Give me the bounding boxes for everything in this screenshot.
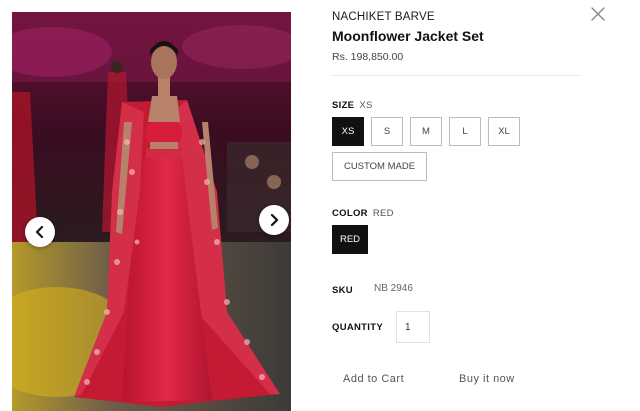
gallery-prev-button[interactable] [25,217,55,247]
brand-name: NACHIKET BARVE [332,11,435,23]
chevron-right-icon [270,214,279,226]
size-selected-value: XS [359,100,373,111]
product-price: Rs. 198,850.00 [332,51,404,63]
size-label: SIZE [332,100,355,111]
color-label: COLOR [332,208,368,219]
size-option-xs[interactable]: XS [332,117,364,146]
chevron-left-icon [35,226,44,238]
sku-label: SKU [332,285,353,296]
divider [332,75,580,76]
color-option-red[interactable]: RED [332,225,368,254]
product-details: NACHIKET BARVE Moonflower Jacket Set Rs.… [332,0,632,411]
size-option-m[interactable]: M [410,117,442,146]
size-option-l[interactable]: L [449,117,481,146]
product-image-gallery [12,12,291,411]
size-option-s[interactable]: S [371,117,403,146]
size-heading: SIZE XS [332,95,373,113]
sku-value: NB 2946 [374,283,413,294]
quantity-label: QUANTITY [332,322,383,333]
product-title: Moonflower Jacket Set [332,28,484,44]
quantity-input[interactable] [396,311,430,343]
size-option-xl[interactable]: XL [488,117,520,146]
gallery-next-button[interactable] [259,205,289,235]
size-option-custom-made[interactable]: CUSTOM MADE [332,152,427,181]
add-to-cart-button[interactable]: Add to Cart [343,373,404,385]
product-photo [12,12,291,411]
color-heading: COLOR RED [332,203,394,221]
buy-now-button[interactable]: Buy it now [459,373,515,385]
color-selected-value: RED [372,208,394,219]
